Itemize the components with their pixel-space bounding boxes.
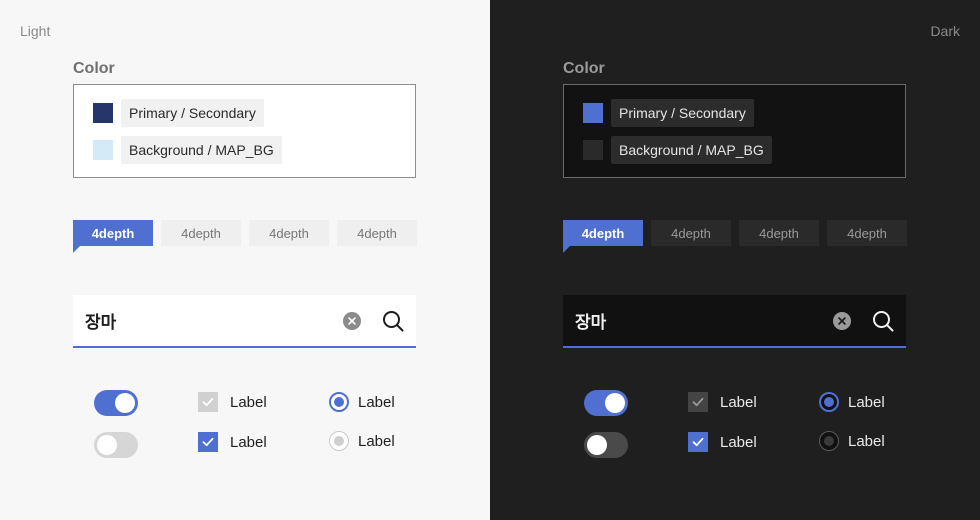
radio-label: Label <box>358 432 395 450</box>
light-theme-panel: Light Color Primary / Secondary Backgrou… <box>0 0 490 520</box>
radio-unselected-row[interactable]: Label <box>329 431 395 451</box>
toggle-switch-on[interactable] <box>584 390 628 416</box>
radio-selected[interactable] <box>329 392 349 412</box>
color-swatch <box>93 103 113 123</box>
checkbox-checked[interactable] <box>198 432 218 452</box>
tab-depth-2[interactable]: 4depth <box>161 220 241 246</box>
color-label-chip: Primary / Secondary <box>611 99 754 127</box>
search-field[interactable]: 장마 <box>563 295 906 348</box>
checkbox-checked-row[interactable]: Label <box>688 432 757 452</box>
color-swatch <box>93 140 113 160</box>
tab-depth-3[interactable]: 4depth <box>249 220 329 246</box>
radio-unselected-row[interactable]: Label <box>819 431 885 451</box>
radio-unselected[interactable] <box>819 431 839 451</box>
tab-depth-1[interactable]: 4depth <box>563 220 643 253</box>
check-icon <box>692 437 704 447</box>
color-label-chip: Background / MAP_BG <box>121 136 282 164</box>
clear-icon[interactable] <box>343 312 361 330</box>
mode-label: Dark <box>930 23 960 39</box>
depth-tabs: 4depth 4depth 4depth 4depth <box>563 220 907 253</box>
toggle-knob <box>115 393 135 413</box>
radio-unselected[interactable] <box>329 431 349 451</box>
checkbox-disabled-row[interactable]: Label <box>198 392 267 412</box>
checkbox-label: Label <box>720 393 757 411</box>
checkbox-disabled[interactable] <box>198 392 218 412</box>
tab-depth-2[interactable]: 4depth <box>651 220 731 246</box>
radio-label: Label <box>848 432 885 450</box>
color-swatch <box>583 103 603 123</box>
radio-selected-row[interactable]: Label <box>329 392 395 412</box>
search-icon[interactable] <box>871 309 895 333</box>
radio-selected-row[interactable]: Label <box>819 392 885 412</box>
check-icon <box>692 397 704 407</box>
radio-selected[interactable] <box>819 392 839 412</box>
clear-icon[interactable] <box>833 312 851 330</box>
radio-label: Label <box>358 393 395 411</box>
search-input[interactable]: 장마 <box>575 308 606 333</box>
checkbox-checked-row[interactable]: Label <box>198 432 267 452</box>
toggle-knob <box>605 393 625 413</box>
section-title: Color <box>563 60 605 77</box>
search-field[interactable]: 장마 <box>73 295 416 348</box>
tab-depth-1[interactable]: 4depth <box>73 220 153 253</box>
checkbox-label: Label <box>230 393 267 411</box>
checkbox-label: Label <box>720 433 757 451</box>
dark-theme-panel: Dark Color Primary / Secondary Backgroun… <box>490 0 980 520</box>
color-swatch-row: Background / MAP_BG <box>93 136 282 164</box>
checkbox-disabled-row[interactable]: Label <box>688 392 757 412</box>
checkbox-checked[interactable] <box>688 432 708 452</box>
search-icon[interactable] <box>381 309 405 333</box>
mode-label: Light <box>20 23 51 39</box>
radio-label: Label <box>848 393 885 411</box>
depth-tabs: 4depth 4depth 4depth 4depth <box>73 220 417 253</box>
tab-depth-3[interactable]: 4depth <box>739 220 819 246</box>
color-swatch-row: Primary / Secondary <box>583 99 754 127</box>
toggle-knob <box>587 435 607 455</box>
toggle-switch-off[interactable] <box>94 432 138 458</box>
checkbox-label: Label <box>230 433 267 451</box>
color-palette-box: Primary / Secondary Background / MAP_BG <box>73 84 416 178</box>
search-input[interactable]: 장마 <box>85 308 116 333</box>
tab-depth-4[interactable]: 4depth <box>337 220 417 246</box>
check-icon <box>202 437 214 447</box>
section-title: Color <box>73 60 115 77</box>
toggle-switch-off[interactable] <box>584 432 628 458</box>
color-label-chip: Background / MAP_BG <box>611 136 772 164</box>
color-swatch-row: Background / MAP_BG <box>583 136 772 164</box>
toggle-switch-on[interactable] <box>94 390 138 416</box>
color-swatch-row: Primary / Secondary <box>93 99 264 127</box>
color-palette-box: Primary / Secondary Background / MAP_BG <box>563 84 906 178</box>
check-icon <box>202 397 214 407</box>
color-label-chip: Primary / Secondary <box>121 99 264 127</box>
tab-depth-4[interactable]: 4depth <box>827 220 907 246</box>
checkbox-disabled[interactable] <box>688 392 708 412</box>
color-swatch <box>583 140 603 160</box>
toggle-knob <box>97 435 117 455</box>
